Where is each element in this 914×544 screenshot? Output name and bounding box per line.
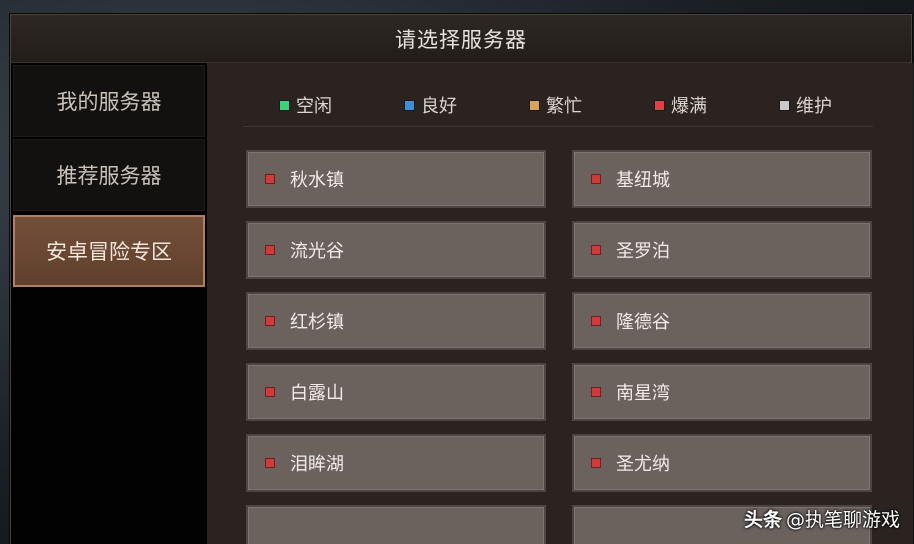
status-legend: 空闲 良好 繁忙 爆满 维护: [243, 83, 873, 127]
watermark-brand: 头条: [743, 509, 782, 531]
title-bar: 请选择服务器: [11, 15, 911, 63]
watermark-handle: @执笔聊游戏: [785, 509, 900, 531]
sidebar-item-label: 安卓冒险专区: [46, 240, 172, 264]
status-full-icon: [265, 458, 275, 468]
server-name: 红杉镇: [290, 312, 344, 333]
server-button[interactable]: 圣尤纳: [572, 434, 872, 492]
legend-label: 空闲: [296, 96, 332, 117]
sidebar-item-label: 我的服务器: [56, 90, 162, 114]
server-name: 白露山: [290, 383, 344, 404]
legend-item-idle: 空闲: [279, 93, 332, 117]
server-button[interactable]: 隆德谷: [572, 292, 872, 350]
sidebar: 我的服务器 推荐服务器 安卓冒险专区: [11, 63, 207, 544]
legend-item-full: 爆满: [654, 93, 707, 117]
status-maintenance-icon: [779, 99, 790, 111]
server-name: 圣罗泊: [616, 241, 670, 262]
server-name: 泪眸湖: [290, 454, 344, 475]
server-name: 隆德谷: [616, 312, 670, 333]
legend-item-maintenance: 维护: [779, 93, 832, 117]
status-full-icon: [591, 458, 601, 468]
status-full-icon: [591, 245, 601, 255]
status-full-icon: [265, 245, 275, 255]
legend-label: 维护: [796, 96, 832, 117]
status-busy-icon: [529, 99, 540, 111]
status-good-icon: [404, 99, 415, 111]
sidebar-item-label: 推荐服务器: [56, 164, 162, 188]
status-full-icon: [265, 316, 275, 326]
status-idle-icon: [279, 99, 290, 111]
server-name: 基纽城: [616, 170, 670, 191]
legend-item-busy: 繁忙: [529, 93, 582, 117]
server-select-dialog: 请选择服务器 我的服务器 推荐服务器 安卓冒险专区 空闲 良好 繁忙 爆满 维护…: [10, 14, 913, 544]
server-name: 圣尤纳: [616, 454, 670, 475]
server-button[interactable]: 流光谷: [246, 221, 546, 279]
status-full-icon: [591, 387, 601, 397]
server-button[interactable]: [246, 505, 546, 544]
status-full-icon: [654, 99, 665, 111]
server-button[interactable]: 红杉镇: [246, 292, 546, 350]
status-full-icon: [591, 316, 601, 326]
server-button[interactable]: 基纽城: [572, 150, 872, 208]
server-list-panel: 空闲 良好 繁忙 爆满 维护 秋水镇 基纽城 流光谷 圣罗泊 红杉镇 隆德谷 白…: [207, 63, 913, 544]
legend-label: 繁忙: [546, 96, 582, 117]
server-name: 南星湾: [616, 383, 670, 404]
sidebar-item-my-servers[interactable]: 我的服务器: [13, 65, 205, 137]
legend-item-good: 良好: [404, 93, 457, 117]
status-full-icon: [265, 387, 275, 397]
server-name: 秋水镇: [290, 170, 344, 191]
server-button[interactable]: 白露山: [246, 363, 546, 421]
server-button[interactable]: 圣罗泊: [572, 221, 872, 279]
server-name: 流光谷: [290, 241, 344, 262]
legend-label: 爆满: [671, 96, 707, 117]
server-button[interactable]: 秋水镇: [246, 150, 546, 208]
dialog-title: 请选择服务器: [395, 27, 527, 52]
sidebar-item-recommended-servers[interactable]: 推荐服务器: [13, 139, 205, 211]
legend-label: 良好: [421, 96, 457, 117]
status-full-icon: [265, 174, 275, 184]
watermark: 头条 @执笔聊游戏: [744, 505, 900, 532]
sidebar-item-android-adventure-zone[interactable]: 安卓冒险专区: [13, 215, 205, 287]
server-button[interactable]: 南星湾: [572, 363, 872, 421]
status-full-icon: [591, 174, 601, 184]
server-button[interactable]: 泪眸湖: [246, 434, 546, 492]
